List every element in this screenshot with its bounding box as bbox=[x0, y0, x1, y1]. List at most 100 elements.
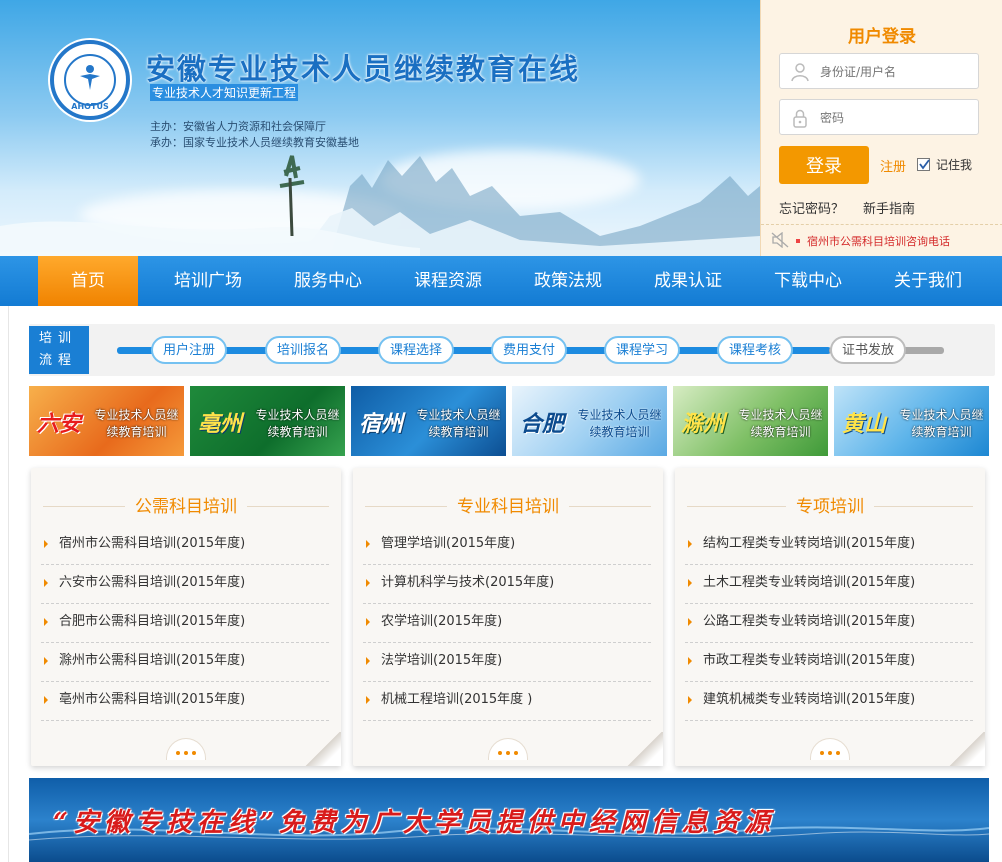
flow-step-register[interactable]: 用户注册 bbox=[151, 336, 228, 364]
list-item-label: 农学培训(2015年度) bbox=[381, 614, 503, 629]
notice-text[interactable]: 宿州市公需科目培训咨询电话 bbox=[807, 233, 950, 249]
arrow-right-icon bbox=[44, 540, 48, 548]
list-item-label: 亳州市公需科目培训(2015年度) bbox=[59, 692, 246, 707]
nav-course-resources[interactable]: 课程资源 bbox=[398, 256, 498, 306]
mountain-scenery bbox=[0, 155, 760, 256]
page-curl-decoration bbox=[627, 732, 663, 766]
main-nav: 首页 培训广场 服务中心 课程资源 政策法规 成果认证 下载中心 关于我们 bbox=[0, 256, 1002, 306]
city-desc: 专业技术人员继续教育培训 bbox=[899, 408, 984, 439]
more-dot bbox=[836, 751, 840, 755]
nav-home[interactable]: 首页 bbox=[38, 256, 138, 306]
flow-step-select-course[interactable]: 课程选择 bbox=[378, 336, 455, 364]
list-item[interactable]: 土木工程类专业转岗培训(2015年度) bbox=[685, 565, 973, 604]
header-banner: AHOTUS 安徽专业技术人员继续教育在线 专业技术人才知识更新工程 主办：安徽… bbox=[0, 0, 760, 256]
flow-step-certificate[interactable]: 证书发放 bbox=[830, 336, 907, 364]
sponsor-line: 主办：安徽省人力资源和社会保障厅 bbox=[150, 120, 326, 133]
list-item[interactable]: 法学培训(2015年度) bbox=[363, 643, 651, 682]
arrow-right-icon bbox=[688, 618, 692, 626]
panel-list: 管理学培训(2015年度) 计算机科学与技术(2015年度) 农学培训(2015… bbox=[363, 526, 651, 721]
panel-title-wrap: 专项培训 bbox=[675, 492, 985, 517]
city-name: 滁州 bbox=[681, 411, 726, 437]
training-flow: 培训流程 用户注册 培训报名 课程选择 费用支付 课程学习 课程考核 证书发放 bbox=[29, 324, 995, 376]
city-tile-luan[interactable]: 六安 专业技术人员继续教育培训 bbox=[29, 386, 184, 456]
login-panel: 用户登录 登录 注册 记住我 忘记密码？ 新手指南 bbox=[760, 0, 1002, 256]
list-item[interactable]: 合肥市公需科目培训(2015年度) bbox=[41, 604, 329, 643]
list-item[interactable]: 结构工程类专业转岗培训(2015年度) bbox=[685, 526, 973, 565]
remember-label[interactable]: 记住我 bbox=[936, 156, 972, 173]
list-item[interactable]: 宿州市公需科目培训(2015年度) bbox=[41, 526, 329, 565]
list-item[interactable]: 农学培训(2015年度) bbox=[363, 604, 651, 643]
arrow-right-icon bbox=[366, 657, 370, 665]
speaker-icon bbox=[771, 232, 789, 248]
more-button[interactable] bbox=[810, 738, 850, 760]
arrow-right-icon bbox=[688, 540, 692, 548]
list-item[interactable]: 滁州市公需科目培训(2015年度) bbox=[41, 643, 329, 682]
username-input[interactable] bbox=[820, 62, 970, 82]
city-tile-huangshan[interactable]: 黄山 专业技术人员继续教育培训 bbox=[834, 386, 989, 456]
city-desc: 专业技术人员继续教育培训 bbox=[94, 408, 179, 439]
flow-label: 培训流程 bbox=[29, 326, 89, 374]
list-item[interactable]: 建筑机械类专业转岗培训(2015年度) bbox=[685, 682, 973, 721]
password-input[interactable] bbox=[820, 108, 970, 128]
arrow-right-icon bbox=[44, 579, 48, 587]
checkmark-icon bbox=[919, 159, 930, 170]
city-tile-bozhou[interactable]: 亳州 专业技术人员继续教育培训 bbox=[190, 386, 345, 456]
promo-banner[interactable]: “安徽专技在线”免费为广大学员提供中经网信息资源 bbox=[29, 778, 989, 862]
panel-title-wrap: 公需科目培训 bbox=[31, 492, 341, 517]
nav-training-plaza[interactable]: 培训广场 bbox=[158, 256, 258, 306]
city-tile-chuzhou[interactable]: 滁州 专业技术人员继续教育培训 bbox=[673, 386, 828, 456]
page: AHOTUS 安徽专业技术人员继续教育在线 专业技术人才知识更新工程 主办：安徽… bbox=[0, 0, 1002, 862]
login-title: 用户登录 bbox=[848, 27, 916, 47]
flow-step-enroll[interactable]: 培训报名 bbox=[265, 336, 342, 364]
arrow-right-icon bbox=[366, 540, 370, 548]
nav-downloads[interactable]: 下载中心 bbox=[758, 256, 858, 306]
page-curl-decoration bbox=[305, 732, 341, 766]
site-logo[interactable]: AHOTUS bbox=[50, 40, 130, 120]
list-item-label: 土木工程类专业转岗培训(2015年度) bbox=[703, 575, 916, 590]
list-item-label: 市政工程类专业转岗培训(2015年度) bbox=[703, 653, 916, 668]
beginner-guide-link[interactable]: 新手指南 bbox=[863, 198, 915, 217]
lock-icon bbox=[793, 109, 807, 128]
list-item[interactable]: 管理学培训(2015年度) bbox=[363, 526, 651, 565]
city-name: 黄山 bbox=[842, 411, 887, 437]
bullet-dot bbox=[796, 239, 800, 243]
panel-list: 结构工程类专业转岗培训(2015年度) 土木工程类专业转岗培训(2015年度) … bbox=[685, 526, 973, 721]
remember-checkbox[interactable] bbox=[917, 158, 930, 171]
nav-service-center[interactable]: 服务中心 bbox=[278, 256, 378, 306]
login-button[interactable]: 登录 bbox=[779, 146, 869, 184]
more-button[interactable] bbox=[488, 738, 528, 760]
more-dot bbox=[176, 751, 180, 755]
city-tile-suzhou[interactable]: 宿州 专业技术人员继续教育培训 bbox=[351, 386, 506, 456]
flow-step-study[interactable]: 课程学习 bbox=[604, 336, 681, 364]
nav-policies[interactable]: 政策法规 bbox=[518, 256, 618, 306]
flow-step-exam[interactable]: 课程考核 bbox=[717, 336, 794, 364]
list-item[interactable]: 六安市公需科目培训(2015年度) bbox=[41, 565, 329, 604]
list-item[interactable]: 公路工程类专业转岗培训(2015年度) bbox=[685, 604, 973, 643]
arrow-right-icon bbox=[44, 657, 48, 665]
arrow-right-icon bbox=[688, 579, 692, 587]
list-item[interactable]: 亳州市公需科目培训(2015年度) bbox=[41, 682, 329, 721]
username-field-wrapper bbox=[779, 53, 979, 89]
organizer-line: 承办：国家专业技术人员继续教育安徽基地 bbox=[150, 136, 359, 149]
list-item-label: 建筑机械类专业转岗培训(2015年度) bbox=[703, 692, 916, 707]
city-tile-hefei[interactable]: 合肥 专业技术人员继续教育培训 bbox=[512, 386, 667, 456]
more-dot bbox=[498, 751, 502, 755]
user-icon bbox=[791, 63, 809, 82]
main-content: 培训流程 用户注册 培训报名 课程选择 费用支付 课程学习 课程考核 证书发放 … bbox=[8, 306, 1002, 862]
forgot-password-link[interactable]: 忘记密码？ bbox=[779, 198, 844, 217]
flow-step-payment[interactable]: 费用支付 bbox=[491, 336, 568, 364]
nav-certification[interactable]: 成果认证 bbox=[638, 256, 738, 306]
list-item[interactable]: 机械工程培训(2015年度 ) bbox=[363, 682, 651, 721]
list-item[interactable]: 市政工程类专业转岗培训(2015年度) bbox=[685, 643, 973, 682]
nav-about-us[interactable]: 关于我们 bbox=[878, 256, 978, 306]
more-button[interactable] bbox=[166, 738, 206, 760]
list-item-label: 法学培训(2015年度) bbox=[381, 653, 503, 668]
more-dot bbox=[184, 751, 188, 755]
list-item[interactable]: 计算机科学与技术(2015年度) bbox=[363, 565, 651, 604]
panel-title-wrap: 专业科目培训 bbox=[353, 492, 663, 517]
panel-public-courses: 公需科目培训 宿州市公需科目培训(2015年度) 六安市公需科目培训(2015年… bbox=[31, 468, 341, 766]
page-curl-decoration bbox=[949, 732, 985, 766]
register-link[interactable]: 注册 bbox=[880, 156, 906, 175]
panel-title: 专业科目培训 bbox=[447, 497, 569, 517]
list-item-label: 计算机科学与技术(2015年度) bbox=[381, 575, 555, 590]
